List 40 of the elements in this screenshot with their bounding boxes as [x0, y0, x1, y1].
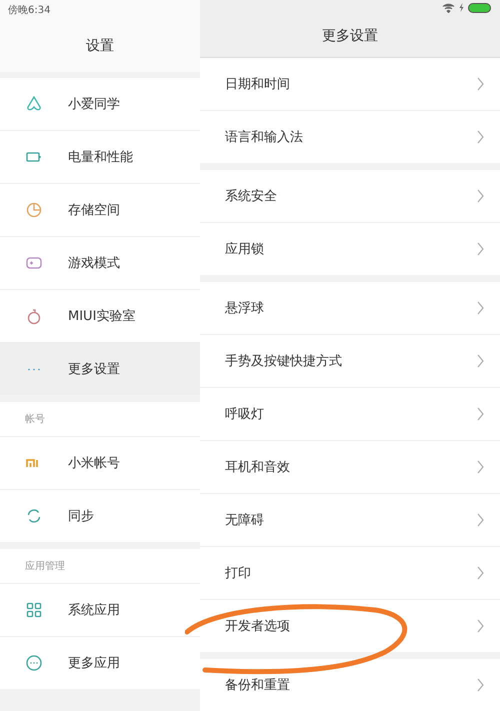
settings-item[interactable]: 手势及按键快捷方式 [200, 335, 500, 388]
page-title: 更多设置 [200, 16, 500, 58]
status-time: 傍晚6:34 [8, 4, 50, 17]
flask-icon [25, 307, 43, 325]
sync-icon [25, 507, 43, 525]
settings-item[interactable]: 语言和输入法 [200, 111, 500, 163]
chevron-right-icon [477, 189, 484, 203]
settings-item[interactable]: 打印 [200, 547, 500, 600]
sidebar-item[interactable]: 同步 [0, 490, 200, 542]
battery-level-icon [468, 2, 492, 13]
chevron-right-icon [477, 566, 484, 580]
chevron-right-icon [477, 301, 484, 315]
charging-icon [459, 3, 464, 12]
settings-item[interactable]: 耳机和音效 [200, 441, 500, 494]
sidebar-item[interactable]: 更多应用 [0, 637, 200, 689]
chevron-right-icon [477, 513, 484, 527]
grid-icon [25, 601, 43, 619]
chevron-right-icon [477, 354, 484, 368]
chevron-right-icon [477, 678, 484, 692]
page-title: 设置 [0, 20, 200, 72]
settings-item[interactable]: 悬浮球 [200, 282, 500, 335]
chevron-right-icon [477, 77, 484, 91]
more-circle-icon [25, 654, 43, 672]
chevron-right-icon [477, 242, 484, 256]
chevron-right-icon [477, 619, 484, 633]
more-icon [28, 368, 40, 370]
settings-item[interactable]: 应用锁 [200, 223, 500, 275]
settings-item[interactable]: 呼吸灯 [200, 388, 500, 441]
settings-item[interactable]: 备份和重置 [200, 659, 500, 711]
settings-item[interactable]: 系统安全 [200, 170, 500, 223]
settings-item[interactable]: 开发者选项 [200, 600, 500, 652]
settings-item[interactable]: 日期和时间 [200, 58, 500, 111]
sidebar-item[interactable]: 更多设置 [0, 343, 200, 395]
pie-chart-icon [25, 201, 43, 219]
chevron-right-icon [477, 407, 484, 421]
chevron-right-icon [477, 130, 484, 144]
settings-item[interactable]: 无障碍 [200, 494, 500, 547]
assistant-icon [25, 95, 43, 113]
wifi-icon [442, 2, 455, 13]
chevron-right-icon [477, 460, 484, 474]
